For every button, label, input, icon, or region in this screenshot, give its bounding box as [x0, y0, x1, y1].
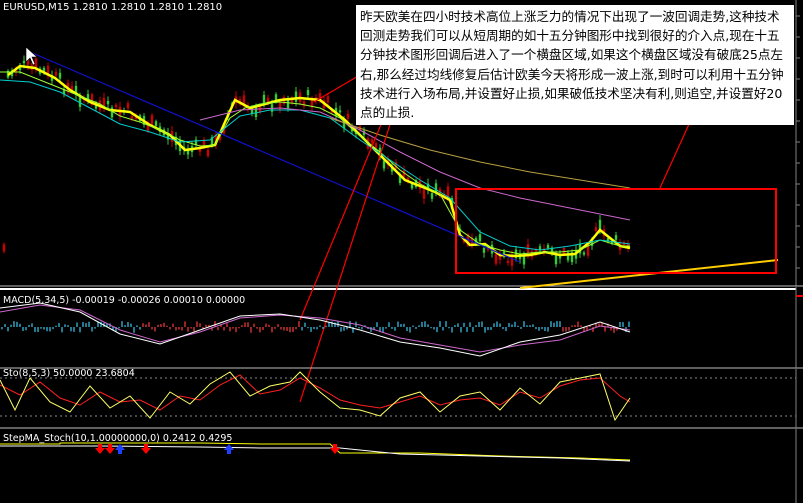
- candle: [106, 96, 110, 109]
- candle: [126, 100, 130, 111]
- symbol-label: EURUSD,M15 1.2810 1.2810 1.2810 1.2810: [3, 2, 222, 13]
- ma-line-khaki: [329, 117, 631, 189]
- macd-label: MACD(5,34,5) -0.00019 -0.00026 0.00010 0…: [3, 295, 245, 306]
- candle: [62, 85, 66, 98]
- sto-signal-line: [0, 374, 631, 411]
- candle: [186, 144, 190, 159]
- candle: [194, 136, 198, 149]
- chart-window[interactable]: EURUSD,M15 1.2810 1.2810 1.2810 1.2810 M…: [0, 0, 803, 503]
- macd-histogram: [1, 321, 630, 333]
- sto-label: Sto(8,5,3) 50.0000 23.6804: [3, 368, 135, 379]
- stepma-label: StepMA_Stoch(10,1.00000000,0) 0.2412 0.4…: [3, 433, 232, 444]
- candle: [538, 243, 542, 253]
- annotation-note: 昨天欧美在四小时技术高位上涨乏力的情况下出现了一波回调走势,这种技术回测走势我们…: [356, 5, 794, 125]
- candle: [110, 105, 114, 120]
- candle: [570, 249, 574, 266]
- arrow-line-2: [299, 97, 393, 321]
- candle: [206, 147, 210, 158]
- candle: [2, 242, 6, 254]
- candle: [166, 127, 170, 145]
- candle: [114, 102, 118, 109]
- candle: [582, 250, 586, 257]
- price-scale: [796, 15, 800, 269]
- stepma-panel[interactable]: StepMA_Stoch(10,1.00000000,0) 0.2412 0.4…: [0, 429, 797, 503]
- candle: [510, 250, 514, 271]
- stepma-white-line: [0, 445, 631, 462]
- candle: [302, 98, 306, 109]
- stochastic-panel[interactable]: Sto(8,5,3) 50.0000 23.6804: [0, 368, 803, 429]
- stepma-signal-arrows: [95, 444, 340, 454]
- candle: [566, 250, 570, 263]
- consolidation-box: [455, 188, 777, 274]
- macd-main-line: [0, 302, 631, 357]
- candle: [306, 87, 310, 98]
- candle: [426, 178, 430, 195]
- candle: [46, 62, 50, 80]
- candle: [506, 258, 510, 266]
- arrow-line-3: [299, 99, 399, 403]
- candle: [74, 81, 78, 100]
- macd-panel[interactable]: MACD(5,34,5) -0.00019 -0.00026 0.00010 0…: [0, 287, 803, 369]
